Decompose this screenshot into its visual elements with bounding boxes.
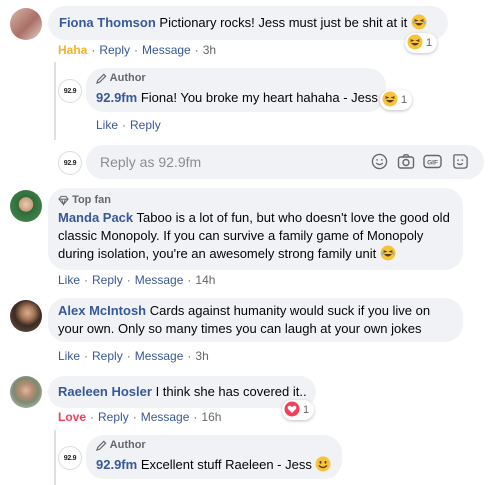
reply-bubble: Author 92.9fm Fiona! You broke my heart … [86, 68, 386, 112]
comment-bubble: Fiona Thomson Pictionary rocks! Jess mus… [48, 6, 448, 40]
timestamp: 3h [202, 43, 217, 57]
love-reaction-button[interactable]: Love [58, 410, 86, 424]
pencil-icon [95, 440, 107, 454]
author-badge: Author [95, 439, 146, 454]
reply-author[interactable]: 92.9fm [96, 90, 137, 105]
sticker-icon[interactable] [452, 153, 469, 173]
comment-actions: Like · Reply · Message · 3h [58, 349, 209, 363]
heart-icon [284, 401, 300, 420]
smiley-icon[interactable] [371, 153, 388, 173]
reaction-count-badge[interactable]: 1 [282, 400, 315, 420]
comment-author[interactable]: Manda Pack [58, 210, 133, 225]
comment-text: I think she has covered it.. [155, 384, 307, 399]
thread-line [54, 62, 56, 140]
comment-actions: Love · Reply · Message · 16h [58, 410, 222, 424]
comment-bubble: Raeleen Hosler I think she has covered i… [48, 376, 316, 408]
avatar-manda[interactable] [10, 190, 42, 222]
avatar-alex[interactable] [10, 300, 42, 332]
svg-text:GIF: GIF [427, 160, 438, 167]
author-badge: Author [95, 72, 146, 87]
like-button[interactable]: Like [96, 118, 118, 132]
reaction-count-badge[interactable]: 1 [380, 90, 413, 110]
message-button[interactable]: Message [142, 43, 191, 57]
page-logo-avatar: 92.9 [58, 151, 82, 175]
reaction-count: 1 [426, 37, 433, 49]
reply-text: Excellent stuff Raeleen - Jess [140, 457, 312, 472]
page-logo-avatar[interactable]: 92.9 [58, 446, 82, 470]
laughing-emoji-icon [380, 245, 396, 266]
reply-text: Fiona! You broke my heart hahaha - Jess [140, 90, 378, 105]
message-button[interactable]: Message [135, 273, 184, 287]
comment-actions: Like · Reply · Message · 14h [58, 273, 216, 287]
page-logo-avatar[interactable]: 92.9 [58, 79, 82, 103]
smile-emoji-icon [315, 456, 331, 477]
reply-button[interactable]: Reply [130, 118, 161, 132]
gif-icon[interactable]: GIF [423, 153, 442, 173]
diamond-icon [58, 195, 69, 209]
reply-button[interactable]: Reply [99, 43, 130, 57]
reaction-count: 1 [401, 94, 408, 106]
comment-bubble: Top fan Manda Pack Taboo is a lot of fun… [48, 188, 463, 270]
reply-button[interactable]: Reply [92, 349, 123, 363]
laughing-emoji-icon [411, 14, 427, 35]
comment-actions: Haha · Reply · Message · 3h [58, 43, 217, 57]
laughing-emoji-icon [407, 34, 423, 53]
comment-author[interactable]: Fiona Thomson [59, 15, 156, 30]
laughing-emoji-icon [382, 91, 398, 110]
like-button[interactable]: Like [58, 273, 80, 287]
reply-bubble: Author 92.9fm Excellent stuff Raeleen - … [86, 435, 342, 479]
message-button[interactable]: Message [135, 349, 184, 363]
reply-button[interactable]: Reply [98, 410, 129, 424]
timestamp: 16h [201, 410, 222, 424]
top-fan-badge: Top fan [58, 194, 111, 209]
thread-line [54, 430, 56, 485]
reaction-count-badge[interactable]: 1 [405, 33, 438, 53]
like-button[interactable]: Like [58, 349, 80, 363]
reply-input[interactable] [98, 153, 352, 171]
reaction-count: 1 [303, 404, 310, 416]
message-button[interactable]: Message [141, 410, 190, 424]
comment-bubble: Alex McIntosh Cards against humanity wou… [48, 298, 463, 342]
reply-composer: GIF [86, 145, 484, 179]
timestamp: 14h [195, 273, 216, 287]
reply-button[interactable]: Reply [92, 273, 123, 287]
pencil-icon [95, 73, 107, 87]
reply-actions: Like · Reply [96, 118, 161, 132]
avatar-fiona[interactable] [10, 8, 42, 40]
timestamp: 3h [195, 349, 209, 363]
comment-author[interactable]: Alex McIntosh [58, 303, 146, 318]
comment-text: Pictionary rocks! Jess must just be shit… [159, 15, 408, 30]
camera-icon[interactable] [397, 153, 415, 173]
reply-author[interactable]: 92.9fm [96, 457, 137, 472]
avatar-raeleen[interactable] [10, 376, 42, 408]
haha-reaction-button[interactable]: Haha [58, 43, 87, 57]
comment-author[interactable]: Raeleen Hosler [58, 384, 152, 399]
